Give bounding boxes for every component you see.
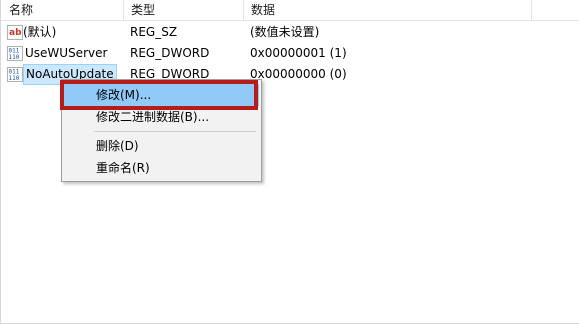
value-name-label: UseWUServer	[25, 46, 108, 60]
column-header-type[interactable]: 类型	[123, 0, 243, 20]
column-divider[interactable]	[531, 0, 532, 20]
value-data-cell: (数值未设置)	[250, 25, 320, 39]
background-smudge	[401, 250, 431, 270]
column-header-data[interactable]: 数据	[243, 0, 531, 20]
table-row[interactable]: ab (默认) REG_SZ (数值未设置)	[1, 22, 579, 43]
menu-item-modify[interactable]: 修改(M)...	[64, 84, 259, 106]
value-data-cell: 0x00000001 (1)	[250, 46, 347, 60]
background-smudge	[501, 230, 541, 260]
column-header-bar: 名称 类型 数据	[1, 0, 579, 21]
menu-item-delete[interactable]: 删除(D)	[64, 135, 259, 157]
context-menu: 修改(M)... 修改二进制数据(B)... 删除(D) 重命名(R)	[61, 79, 262, 182]
table-row[interactable]: 011 110 UseWUServer REG_DWORD 0x00000001…	[1, 43, 579, 64]
svg-text:110: 110	[9, 54, 20, 61]
svg-text:110: 110	[9, 75, 20, 82]
dword-value-icon: 011 110	[7, 46, 23, 61]
value-name-label: (默认)	[23, 25, 57, 39]
menu-item-rename[interactable]: 重命名(R)	[64, 157, 259, 179]
string-value-icon: ab	[7, 25, 23, 40]
menu-item-modify-binary[interactable]: 修改二进制数据(B)...	[64, 106, 259, 128]
value-data-cell: 0x00000000 (0)	[250, 67, 347, 81]
column-header-name[interactable]: 名称	[1, 0, 123, 20]
value-type-cell: REG_SZ	[130, 25, 178, 39]
menu-separator	[94, 131, 256, 132]
svg-text:ab: ab	[9, 28, 22, 38]
dword-value-icon: 011 110	[7, 67, 23, 82]
value-type-cell: REG_DWORD	[130, 46, 210, 60]
